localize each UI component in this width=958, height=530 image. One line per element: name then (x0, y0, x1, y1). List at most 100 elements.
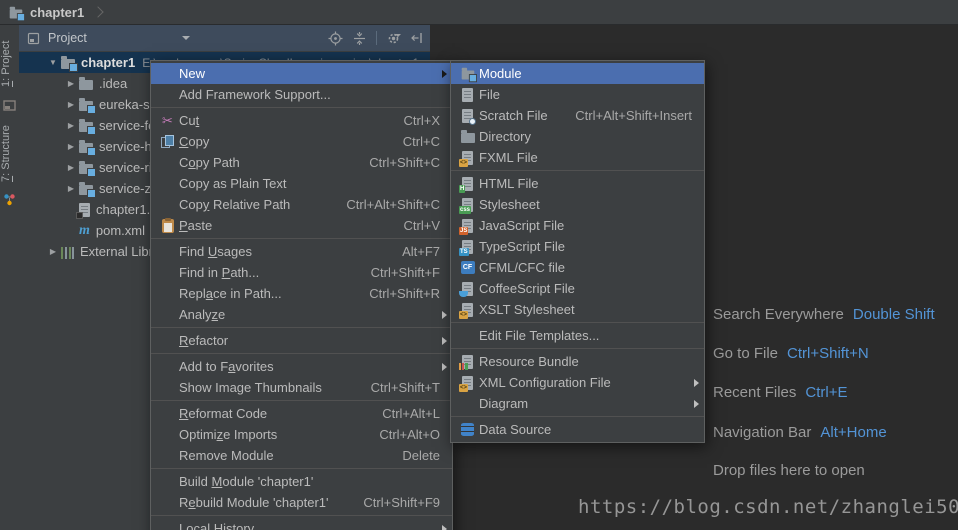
settings-gear-icon[interactable] (386, 31, 401, 46)
ide-window: chapter1 1: Project 7: Structure Project (0, 0, 958, 530)
hide-panel-icon[interactable] (410, 31, 424, 45)
menu-item-rebuild-module[interactable]: Rebuild Module 'chapter1'Ctrl+Shift+F9 (151, 492, 452, 513)
menu-item-paste[interactable]: PasteCtrl+V (151, 215, 452, 236)
collapse-all-icon[interactable] (352, 31, 367, 46)
menu-item-resource-bundle[interactable]: Resource Bundle (451, 351, 704, 372)
menu-item-coffeescript-file[interactable]: CoffeeScript File (451, 278, 704, 299)
menu-item-find-usages[interactable]: Find UsagesAlt+F7 (151, 241, 452, 262)
menu-item-optimize-imports[interactable]: Optimize ImportsCtrl+Alt+O (151, 424, 452, 445)
project-tool-icon (3, 99, 16, 112)
chevron-down-icon[interactable] (182, 36, 190, 44)
hint-drop-files: Drop files here to open (713, 462, 865, 479)
module-icon (461, 71, 474, 80)
menu-item-copy-relative-path[interactable]: Copy Relative PathCtrl+Alt+Shift+C (151, 194, 452, 215)
menu-separator (451, 348, 704, 349)
scissors-icon: ✂ (162, 114, 173, 127)
context-menu: New Add Framework Support... ✂ CutCtrl+X… (150, 60, 453, 530)
tab-structure[interactable]: 7: Structure (0, 120, 18, 188)
menu-item-reformat-code[interactable]: Reformat CodeCtrl+Alt+L (151, 403, 452, 424)
submenu-arrow-icon (694, 379, 699, 387)
menu-item-show-image-thumbnails[interactable]: Show Image ThumbnailsCtrl+Shift+T (151, 377, 452, 398)
new-submenu: Module File Scratch FileCtrl+Alt+Shift+I… (450, 60, 705, 443)
coffeescript-file-icon (462, 282, 473, 296)
xml-file-icon: <> (462, 376, 473, 390)
menu-item-html-file[interactable]: H HTML File (451, 173, 704, 194)
menu-item-remove-module[interactable]: Remove ModuleDelete (151, 445, 452, 466)
hint-recent-files: Recent FilesCtrl+E (713, 384, 847, 401)
submenu-arrow-icon (442, 70, 447, 78)
file-icon (462, 88, 473, 102)
collapse-arrow-icon[interactable] (63, 79, 79, 88)
menu-item-add-framework-support[interactable]: Add Framework Support... (151, 84, 452, 105)
menu-item-analyze[interactable]: Analyze (151, 304, 452, 325)
copy-icon (161, 135, 175, 148)
menu-separator (451, 416, 704, 417)
menu-item-file[interactable]: File (451, 84, 704, 105)
xslt-file-icon: <> (462, 303, 473, 317)
menu-item-diagram[interactable]: Diagram (451, 393, 704, 414)
menu-item-build-module[interactable]: Build Module 'chapter1' (151, 471, 452, 492)
resource-bundle-icon (462, 355, 473, 369)
project-icon (10, 9, 23, 18)
menu-separator (151, 327, 452, 328)
menu-item-cut[interactable]: ✂ CutCtrl+X (151, 110, 452, 131)
tab-project[interactable]: 1: Project (0, 35, 18, 93)
project-view-title[interactable]: Project (48, 31, 87, 45)
menu-separator (451, 322, 704, 323)
locate-icon[interactable] (328, 31, 343, 46)
menu-item-data-source[interactable]: Data Source (451, 419, 704, 440)
tool-window-bar: 1: Project 7: Structure (0, 25, 20, 530)
menu-item-copy[interactable]: CopyCtrl+C (151, 131, 452, 152)
expand-arrow-icon[interactable] (45, 58, 61, 67)
hint-go-to-file: Go to FileCtrl+Shift+N (713, 345, 869, 362)
bars-badge-icon (459, 363, 468, 370)
javascript-file-icon: JS (462, 219, 473, 233)
folder-icon (79, 80, 93, 90)
menu-item-refactor[interactable]: Refactor (151, 330, 452, 351)
menu-item-find-in-path[interactable]: Find in Path...Ctrl+Shift+F (151, 262, 452, 283)
hint-navigation-bar: Navigation BarAlt+Home (713, 424, 887, 441)
menu-item-cfml-cfc-file[interactable]: CF CFML/CFC file (451, 257, 704, 278)
menu-separator (151, 353, 452, 354)
menu-item-new[interactable]: New (151, 63, 452, 84)
menu-item-fxml-file[interactable]: <> FXML File (451, 147, 704, 168)
project-panel-header: Project (19, 25, 430, 51)
collapse-arrow-icon[interactable] (63, 121, 79, 130)
collapse-arrow-icon[interactable] (45, 247, 61, 256)
toolbar-divider (376, 31, 377, 45)
scratch-file-icon (462, 109, 473, 123)
menu-item-xslt-stylesheet[interactable]: <> XSLT Stylesheet (451, 299, 704, 320)
menu-item-local-history[interactable]: Local History (151, 518, 452, 530)
collapse-arrow-icon[interactable] (63, 142, 79, 151)
module-icon (61, 59, 75, 69)
menu-item-typescript-file[interactable]: TS TypeScript File (451, 236, 704, 257)
menu-item-javascript-file[interactable]: JS JavaScript File (451, 215, 704, 236)
hint-search-everywhere: Search EverywhereDouble Shift (713, 306, 935, 323)
menu-item-copy-as-plain-text[interactable]: Copy as Plain Text (151, 173, 452, 194)
collapse-arrow-icon[interactable] (63, 163, 79, 172)
collapse-arrow-icon[interactable] (63, 100, 79, 109)
menu-item-stylesheet[interactable]: css Stylesheet (451, 194, 704, 215)
breadcrumb-project[interactable]: chapter1 (30, 5, 84, 20)
menu-separator (151, 238, 452, 239)
menu-separator (451, 170, 704, 171)
menu-item-copy-path[interactable]: Copy PathCtrl+Shift+C (151, 152, 452, 173)
menu-separator (151, 468, 452, 469)
module-icon (79, 143, 93, 153)
menu-item-xml-configuration-file[interactable]: <> XML Configuration File (451, 372, 704, 393)
menu-item-scratch-file[interactable]: Scratch FileCtrl+Alt+Shift+Insert (451, 105, 704, 126)
iml-file-icon (79, 203, 90, 217)
typescript-file-icon: TS (462, 240, 473, 254)
menu-item-add-to-favorites[interactable]: Add to Favorites (151, 356, 452, 377)
collapse-arrow-icon[interactable] (63, 184, 79, 193)
submenu-arrow-icon (694, 400, 699, 408)
submenu-arrow-icon (442, 337, 447, 345)
menu-item-module[interactable]: Module (451, 63, 704, 84)
menu-item-replace-in-path[interactable]: Replace in Path...Ctrl+Shift+R (151, 283, 452, 304)
module-icon (79, 185, 93, 195)
structure-tool-icon (3, 193, 16, 207)
maven-icon: m (79, 224, 90, 238)
menu-item-directory[interactable]: Directory (451, 126, 704, 147)
paste-icon (162, 219, 174, 233)
menu-item-edit-file-templates[interactable]: Edit File Templates... (451, 325, 704, 346)
